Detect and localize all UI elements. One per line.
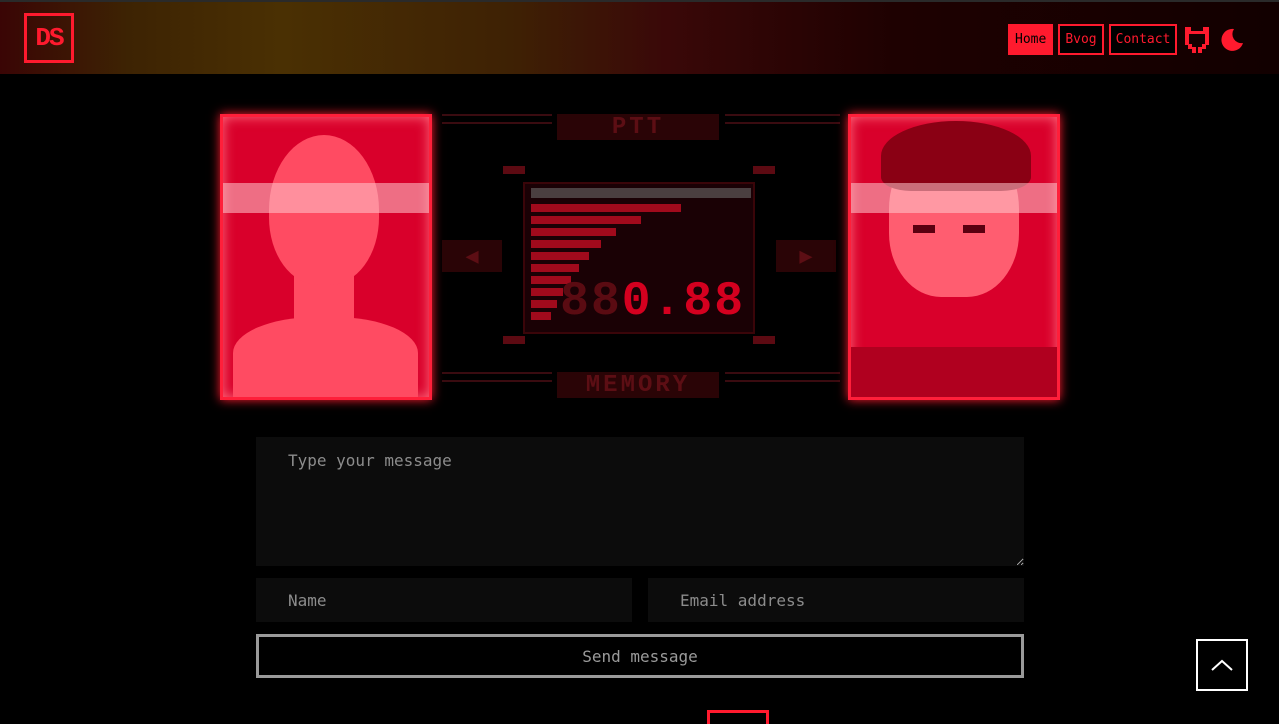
scroll-to-top-button[interactable] (1196, 639, 1248, 691)
next-frequency-arrow-icon[interactable]: ▶ (776, 240, 836, 272)
chevron-up-icon (1211, 659, 1233, 671)
author-portrait (848, 114, 1060, 400)
site-logo[interactable]: DS (24, 13, 74, 63)
send-message-button[interactable]: Send message (256, 634, 1024, 678)
codec-panel: PTT MEMORY ◀ ▶ 880.88 (205, 110, 1075, 405)
nav-contact-link[interactable]: Contact (1108, 24, 1178, 55)
logo-text: DS (35, 23, 64, 53)
nav-home-link[interactable]: Home (1008, 24, 1054, 55)
nav-blog-link[interactable]: Bvog (1058, 24, 1104, 55)
github-icon[interactable] (1182, 24, 1212, 55)
placeholder-portrait (220, 114, 432, 400)
email-input[interactable] (648, 578, 1024, 622)
main-nav: Home Bvog Contact (1008, 24, 1247, 55)
theme-toggle-icon[interactable] (1217, 24, 1247, 55)
name-input[interactable] (256, 578, 632, 622)
footer-highlight-box (707, 710, 769, 724)
message-textarea[interactable] (256, 437, 1024, 566)
frequency-readout: 880.88 (560, 275, 745, 329)
site-header: DS Home Bvog Contact (0, 0, 1279, 74)
frequency-display: 880.88 (523, 182, 755, 334)
ptt-label: PTT (557, 114, 719, 141)
memory-label: MEMORY (557, 372, 719, 399)
prev-frequency-arrow-icon[interactable]: ◀ (442, 240, 502, 272)
